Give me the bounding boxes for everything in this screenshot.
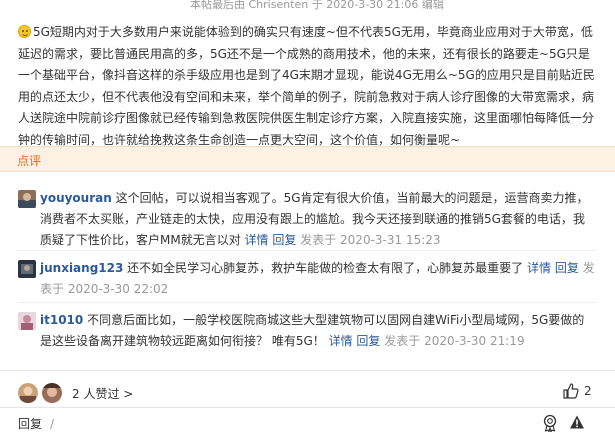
comment-item: junxiang123 还不如全民学习心肺复苏，救护车能做的检查太有限了，心肺复… xyxy=(18,258,596,300)
like-count: 2 xyxy=(584,384,592,398)
divider xyxy=(18,250,596,251)
divider xyxy=(0,370,615,371)
comment-text: 还不如全民学习心肺复苏，救护车能做的检查太有限了，心肺复苏最重要了 xyxy=(123,261,527,275)
divider xyxy=(18,302,596,303)
detail-link[interactable]: 详情 xyxy=(329,334,353,348)
reply-label[interactable]: 回复 xyxy=(18,417,42,431)
award-icon[interactable] xyxy=(542,414,558,432)
reply-separator: / xyxy=(50,417,55,431)
liker-avatar[interactable] xyxy=(18,383,38,403)
post-text: 5G短期内对于大多数用户来说能体验到的确实只有速度~但不代表5G无用，毕竟商业应… xyxy=(18,25,595,147)
comment-username[interactable]: junxiang123 xyxy=(40,261,123,275)
reply-link[interactable]: 回复 xyxy=(555,261,579,275)
like-button[interactable]: 2 xyxy=(562,382,592,400)
avatar[interactable] xyxy=(18,190,36,208)
detail-link[interactable]: 详情 xyxy=(527,261,551,275)
avatar[interactable] xyxy=(18,260,36,278)
comment-section-header: 点评 xyxy=(0,146,615,172)
comment-username[interactable]: youyouran xyxy=(40,191,112,205)
reply-input-bar[interactable]: 回复 / xyxy=(18,415,54,432)
reply-link[interactable]: 回复 xyxy=(272,233,296,247)
comment-timestamp: 发表于 2020-3-31 15:23 xyxy=(300,233,441,247)
smiley-icon xyxy=(18,25,31,38)
comment-item: it1010 不同意后面比如，一般学校医院商城这些大型建筑物可以固网自建WiFi… xyxy=(18,310,596,352)
comment-timestamp: 发表于 2020-3-30 21:19 xyxy=(384,334,525,348)
liker-avatar[interactable] xyxy=(42,383,62,403)
warning-icon[interactable] xyxy=(569,414,585,430)
section-label: 点评 xyxy=(17,154,42,168)
comment-username[interactable]: it1010 xyxy=(40,313,83,327)
avatar[interactable] xyxy=(18,312,36,330)
thumbs-up-icon xyxy=(563,383,579,399)
divider xyxy=(0,407,615,408)
detail-link[interactable]: 详情 xyxy=(245,233,269,247)
comment-item: youyouran 这个回帖，可以说相当客观了。5G肯定有很大价值，当前最大的问… xyxy=(18,188,596,251)
likers-summary[interactable]: 2 人赞过 > xyxy=(72,385,133,402)
reply-link[interactable]: 回复 xyxy=(356,334,380,348)
edit-note: 本帖最后由 Chrisenten 于 2020-3-30 21:06 编辑 xyxy=(190,0,444,11)
post-body: 5G短期内对于大多数用户来说能体验到的确实只有速度~但不代表5G无用，毕竟商业应… xyxy=(18,22,596,151)
